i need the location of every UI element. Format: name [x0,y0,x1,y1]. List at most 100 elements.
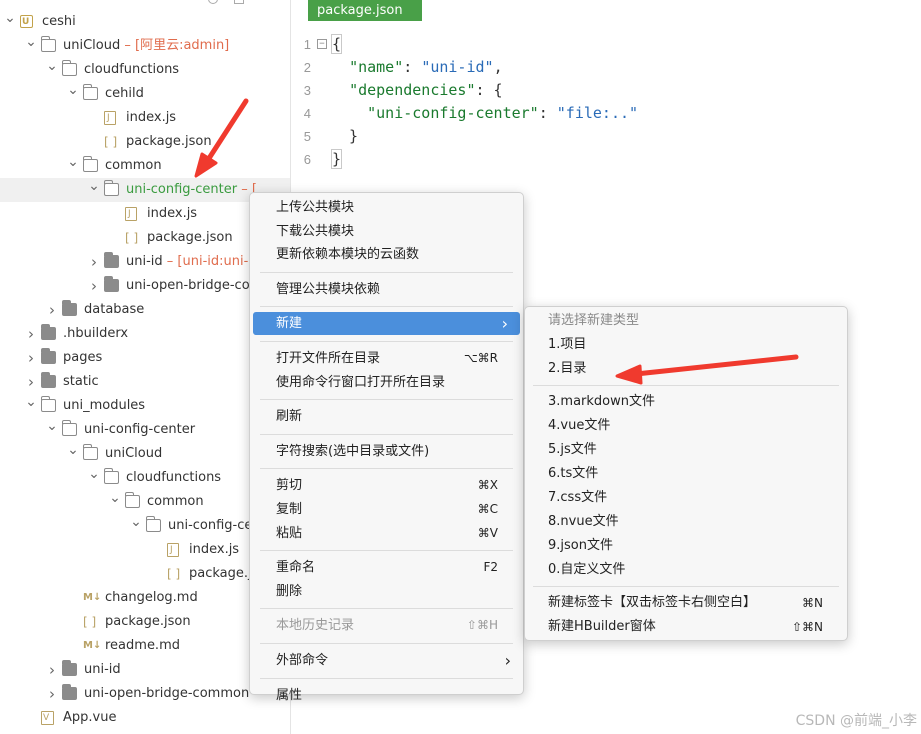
code-line[interactable]: 6} [291,148,911,171]
fold-toggle-icon[interactable]: − [317,39,327,49]
context-menu-item[interactable]: 上传公共模块 [250,196,523,219]
tree-item-readme[interactable]: M↓ readme.md [0,634,290,658]
context-menu-item[interactable]: 打开文件所在目录 ⌥⌘R [250,347,523,370]
tree-item-name: pages [63,350,103,365]
tree-item-um-bridge[interactable]: › uni-open-bridge-common [0,682,290,706]
tree-item-hbuilderx[interactable]: › .hbuilderx [0,322,290,346]
submenu-item-label: 4.vue文件 [548,418,611,433]
context-menu-item[interactable]: 字符搜索(选中目录或文件) [250,440,523,463]
tree-item-ceshi[interactable]: ⌄ ceshi [0,10,290,34]
tree-item-changelog[interactable]: M↓ changelog.md [0,586,290,610]
context-menu-item[interactable]: 粘贴 ⌘V [250,522,523,545]
chevron-down-icon[interactable]: ⌄ [25,34,37,58]
context-menu-item[interactable]: 新建 › [253,312,520,336]
tree-item-label: cloudfunctions [84,58,179,82]
context-menu-item[interactable]: 更新依赖本模块的云函数 [250,243,523,266]
tree-item-app-vue[interactable]: App.vue [0,706,290,730]
code-line[interactable]: 2 "name": "uni-id", [291,56,911,79]
tree-toolbar [208,0,268,4]
shortcut-label: F2 [483,560,498,575]
tree-item-name: static [63,374,99,389]
chevron-down-icon[interactable]: ⌄ [67,442,79,466]
tree-item-label: readme.md [105,634,180,658]
submenu-item[interactable]: 2.目录 [525,357,847,381]
chevron-right-icon[interactable]: › [25,322,37,346]
context-menu-item[interactable]: 重命名 F2 [250,556,523,579]
context-menu-item[interactable]: 剪切 ⌘X [250,474,523,497]
tree-item-um-ucc[interactable]: ⌄ uni-config-center [0,418,290,442]
collapse-icon[interactable] [234,0,244,4]
submenu-item[interactable]: 5.js文件 [525,438,847,462]
tree-item-uni-open-bridge[interactable]: › uni-open-bridge-co [0,274,290,298]
menu-separator [533,586,839,587]
context-menu-item[interactable]: 下载公共模块 [250,220,523,243]
chevron-right-icon[interactable]: › [25,346,37,370]
tree-item-um-pkg[interactable]: [ ] package.json [0,610,290,634]
code-line[interactable]: 1−{ [291,33,911,56]
tree-item-um-index-js[interactable]: index.js [0,538,290,562]
code-line[interactable]: 4 "uni-config-center": "file:.." [291,102,911,125]
tree-item-uni-config-center[interactable]: ⌄ uni-config-center – [ [0,178,290,202]
tree-item-annotation: – [uni-id:uni- [162,254,249,269]
chevron-right-icon[interactable]: › [25,370,37,394]
submenu-item[interactable]: 4.vue文件 [525,414,847,438]
submenu-item[interactable]: 0.自定义文件 [525,558,847,582]
tree-item-common[interactable]: ⌄ common [0,154,290,178]
chevron-right-icon[interactable]: › [46,658,58,682]
submenu-item[interactable]: 6.ts文件 [525,462,847,486]
tree-item-um-ucc2[interactable]: ⌄ uni-config-ce [0,514,290,538]
chevron-down-icon[interactable]: ⌄ [67,82,79,106]
chevron-down-icon[interactable]: ⌄ [46,58,58,82]
chevron-down-icon[interactable]: ⌄ [25,394,37,418]
tree-item-uni-id[interactable]: › uni-id – [uni-id:uni- [0,250,290,274]
submenu-item[interactable]: 7.css文件 [525,486,847,510]
tree-item-cehild[interactable]: ⌄ cehild [0,82,290,106]
tree-item-um-common[interactable]: ⌄ common [0,490,290,514]
submenu-item[interactable]: 9.json文件 [525,534,847,558]
tree-item-uni-modules[interactable]: ⌄ uni_modules [0,394,290,418]
context-menu-item[interactable]: 刷新 [250,405,523,428]
chevron-right-icon[interactable]: › [46,298,58,322]
submenu-item[interactable]: 8.nvue文件 [525,510,847,534]
context-menu-item[interactable]: 外部命令 › [250,649,523,672]
tree-item-ucc-package-json[interactable]: [ ] package.json [0,226,290,250]
tree-item-pages[interactable]: › pages [0,346,290,370]
folder-icon [62,300,77,316]
chevron-down-icon[interactable]: ⌄ [130,514,142,538]
refresh-icon[interactable] [208,0,218,4]
tree-item-cehild-index-js[interactable]: index.js [0,106,290,130]
json-key: "uni-config-center" [367,104,539,122]
tree-item-um-cloudfunctions[interactable]: ⌄ cloudfunctions [0,466,290,490]
tree-item-um-unicloud[interactable]: ⌄ uniCloud [0,442,290,466]
chevron-down-icon[interactable]: ⌄ [109,490,121,514]
context-menu-item[interactable]: 管理公共模块依赖 [250,278,523,301]
submenu-item[interactable]: 1.项目 [525,333,847,357]
chevron-right-icon[interactable]: › [46,682,58,706]
tree-item-um-uni-id[interactable]: › uni-id [0,658,290,682]
context-menu-item[interactable]: 使用命令行窗口打开所在目录 [250,371,523,394]
chevron-down-icon[interactable]: ⌄ [88,178,100,202]
tree-item-unicloud[interactable]: ⌄ uniCloud – [阿里云:admin] [0,34,290,58]
chevron-down-icon[interactable]: ⌄ [88,466,100,490]
code-line[interactable]: 5 } [291,125,911,148]
submenu-item[interactable]: 3.markdown文件 [525,390,847,414]
code-line[interactable]: 3 "dependencies": { [291,79,911,102]
tree-item-um-package-json[interactable]: [ ] package.js [0,562,290,586]
json-punctuation [331,104,367,122]
chevron-down-icon[interactable]: ⌄ [4,10,16,34]
chevron-down-icon[interactable]: ⌄ [67,154,79,178]
tree-item-ucc-index-js[interactable]: index.js [0,202,290,226]
tree-item-cloudfunctions[interactable]: ⌄ cloudfunctions [0,58,290,82]
editor-tab[interactable]: package.json [308,0,422,21]
submenu-item[interactable]: 新建标签卡【双击标签卡右侧空白】 ⌘N [525,591,847,615]
context-menu-item[interactable]: 属性 [250,684,523,707]
chevron-down-icon[interactable]: ⌄ [46,418,58,442]
tree-item-cehild-package-json[interactable]: [ ] package.json [0,130,290,154]
chevron-right-icon[interactable]: › [88,274,100,298]
tree-item-database[interactable]: › database [0,298,290,322]
context-menu-item[interactable]: 复制 ⌘C [250,498,523,521]
tree-item-static[interactable]: › static [0,370,290,394]
chevron-right-icon[interactable]: › [88,250,100,274]
context-menu-item[interactable]: 删除 [250,580,523,603]
submenu-item[interactable]: 新建HBuilder窗体 ⇧⌘N [525,615,847,639]
